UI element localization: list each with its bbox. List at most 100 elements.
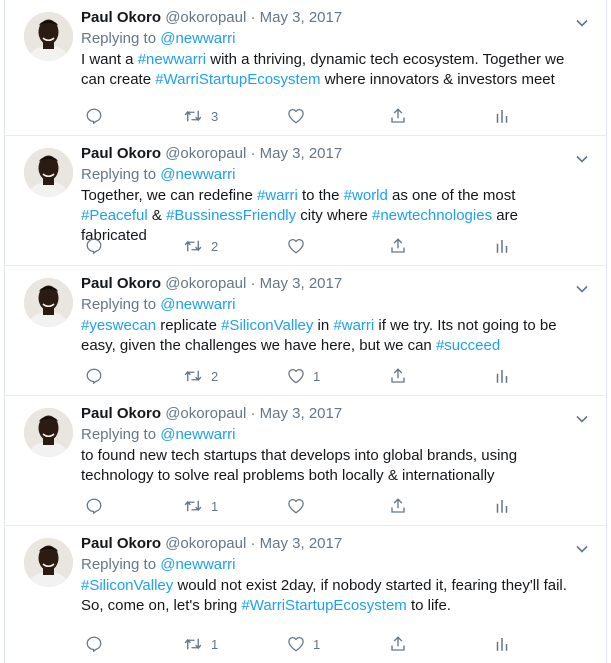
- hashtag-link[interactable]: #newtechnologies: [372, 207, 492, 224]
- replying-to: Replying to @newwarri: [81, 555, 586, 575]
- analytics-icon: [493, 107, 511, 125]
- replying-to-label: Replying to: [81, 166, 161, 183]
- retweet-button[interactable]: 2: [183, 365, 218, 387]
- tweet[interactable]: Paul Okoro @okoropaul · May 3, 2017 Reply…: [5, 0, 606, 136]
- replying-to-link[interactable]: @newwarri: [160, 296, 235, 313]
- like-count: 1: [313, 368, 321, 384]
- analytics-button[interactable]: [493, 495, 511, 517]
- tweet-text-segment: Together, we can redefine: [81, 187, 257, 204]
- tweet-body: Paul Okoro @okoropaul · May 3, 2017 Reply…: [81, 534, 586, 616]
- reply-button[interactable]: [85, 365, 103, 387]
- tweet[interactable]: Paul Okoro @okoropaul · May 3, 2017 Reply…: [5, 526, 606, 663]
- tweet[interactable]: Paul Okoro @okoropaul · May 3, 2017 Reply…: [5, 396, 606, 526]
- author-name[interactable]: Paul Okoro: [81, 405, 161, 422]
- reply-button[interactable]: [85, 633, 103, 655]
- retweet-count: 2: [211, 368, 219, 384]
- reply-icon: [85, 107, 103, 125]
- hashtag-link[interactable]: #warri: [257, 187, 298, 204]
- replying-to-link[interactable]: @newwarri: [160, 166, 235, 183]
- tweet-actions: 11: [85, 633, 586, 655]
- hashtag-link[interactable]: #yeswecan: [81, 317, 156, 334]
- like-button[interactable]: [287, 235, 305, 257]
- analytics-button[interactable]: [493, 633, 511, 655]
- reply-button[interactable]: [85, 495, 103, 517]
- analytics-button[interactable]: [493, 105, 511, 127]
- analytics-button[interactable]: [493, 365, 511, 387]
- hashtag-link[interactable]: #WarriStartupEcosystem: [155, 71, 320, 88]
- replying-to: Replying to @newwarri: [81, 295, 586, 315]
- tweet-date[interactable]: May 3, 2017: [260, 9, 343, 26]
- share-button[interactable]: [389, 105, 407, 127]
- tweet-text-segment: replicate: [156, 317, 222, 334]
- author-name[interactable]: Paul Okoro: [81, 145, 161, 162]
- replying-to-link[interactable]: @newwarri: [160, 426, 235, 443]
- hashtag-link[interactable]: #BussinessFriendly: [166, 207, 296, 224]
- tweet-date[interactable]: May 3, 2017: [260, 535, 343, 552]
- retweet-button[interactable]: 3: [183, 105, 218, 127]
- retweet-icon: [183, 635, 203, 653]
- replying-to-link[interactable]: @newwarri: [160, 556, 235, 573]
- tweet-text-segment: I want a: [81, 51, 138, 68]
- reply-button[interactable]: [85, 105, 103, 127]
- tweet-date[interactable]: May 3, 2017: [260, 275, 343, 292]
- like-button[interactable]: 1: [287, 633, 320, 655]
- share-button[interactable]: [389, 495, 407, 517]
- hashtag-link[interactable]: #Peaceful: [81, 207, 148, 224]
- avatar[interactable]: [24, 278, 73, 327]
- heart-icon: [287, 237, 305, 255]
- analytics-button[interactable]: [493, 235, 511, 257]
- avatar[interactable]: [24, 408, 73, 457]
- tweet-text-segment: to life.: [406, 597, 451, 614]
- tweet-header: Paul Okoro @okoropaul · May 3, 2017: [81, 144, 586, 164]
- like-button[interactable]: [287, 495, 305, 517]
- author-name[interactable]: Paul Okoro: [81, 9, 161, 26]
- reply-icon: [85, 237, 103, 255]
- analytics-icon: [493, 497, 511, 515]
- share-button[interactable]: [389, 235, 407, 257]
- replying-to-link[interactable]: @newwarri: [160, 30, 235, 47]
- author-handle[interactable]: @okoropaul: [165, 535, 246, 552]
- heart-icon: [287, 107, 305, 125]
- tweet-text-segment: in: [313, 317, 334, 334]
- heart-icon: [287, 367, 305, 385]
- hashtag-link[interactable]: #warri: [333, 317, 374, 334]
- share-button[interactable]: [389, 365, 407, 387]
- author-handle[interactable]: @okoropaul: [165, 145, 246, 162]
- hashtag-link[interactable]: #succeed: [436, 337, 500, 354]
- author-handle[interactable]: @okoropaul: [165, 405, 246, 422]
- hashtag-link[interactable]: #SiliconValley: [81, 577, 173, 594]
- tweet[interactable]: Paul Okoro @okoropaul · May 3, 2017 Reply…: [5, 136, 606, 266]
- avatar[interactable]: [24, 12, 73, 61]
- tweet[interactable]: Paul Okoro @okoropaul · May 3, 2017 Reply…: [5, 266, 606, 396]
- hashtag-link[interactable]: #newwarri: [138, 51, 206, 68]
- retweet-button[interactable]: 1: [183, 495, 218, 517]
- replying-to-label: Replying to: [81, 296, 161, 313]
- tweet-date[interactable]: May 3, 2017: [260, 145, 343, 162]
- replying-to: Replying to @newwarri: [81, 29, 586, 49]
- hashtag-link[interactable]: #SiliconValley: [221, 317, 313, 334]
- hashtag-link[interactable]: #world: [344, 187, 388, 204]
- hashtag-link[interactable]: #WarriStartupEcosystem: [241, 597, 406, 614]
- author-name[interactable]: Paul Okoro: [81, 275, 161, 292]
- avatar[interactable]: [24, 538, 73, 587]
- tweet-date[interactable]: May 3, 2017: [260, 405, 343, 422]
- heart-icon: [287, 497, 305, 515]
- tweet-header: Paul Okoro @okoropaul · May 3, 2017: [81, 8, 586, 28]
- avatar[interactable]: [24, 148, 73, 197]
- author-handle[interactable]: @okoropaul: [165, 275, 246, 292]
- retweet-button[interactable]: 1: [183, 633, 218, 655]
- retweet-count: 3: [211, 108, 219, 124]
- share-icon: [389, 107, 407, 125]
- tweet-text-segment: as one of the most: [387, 187, 516, 204]
- author-name[interactable]: Paul Okoro: [81, 535, 161, 552]
- reply-icon: [85, 367, 103, 385]
- share-button[interactable]: [389, 633, 407, 655]
- like-button[interactable]: [287, 105, 305, 127]
- retweet-count: 1: [211, 498, 219, 514]
- tweet-text: I want a #newwarri with a thriving, dyna…: [81, 50, 586, 90]
- author-handle[interactable]: @okoropaul: [165, 9, 246, 26]
- tweet-header: Paul Okoro @okoropaul · May 3, 2017: [81, 274, 586, 294]
- reply-button[interactable]: [85, 235, 103, 257]
- retweet-button[interactable]: 2: [183, 235, 218, 257]
- like-button[interactable]: 1: [287, 365, 320, 387]
